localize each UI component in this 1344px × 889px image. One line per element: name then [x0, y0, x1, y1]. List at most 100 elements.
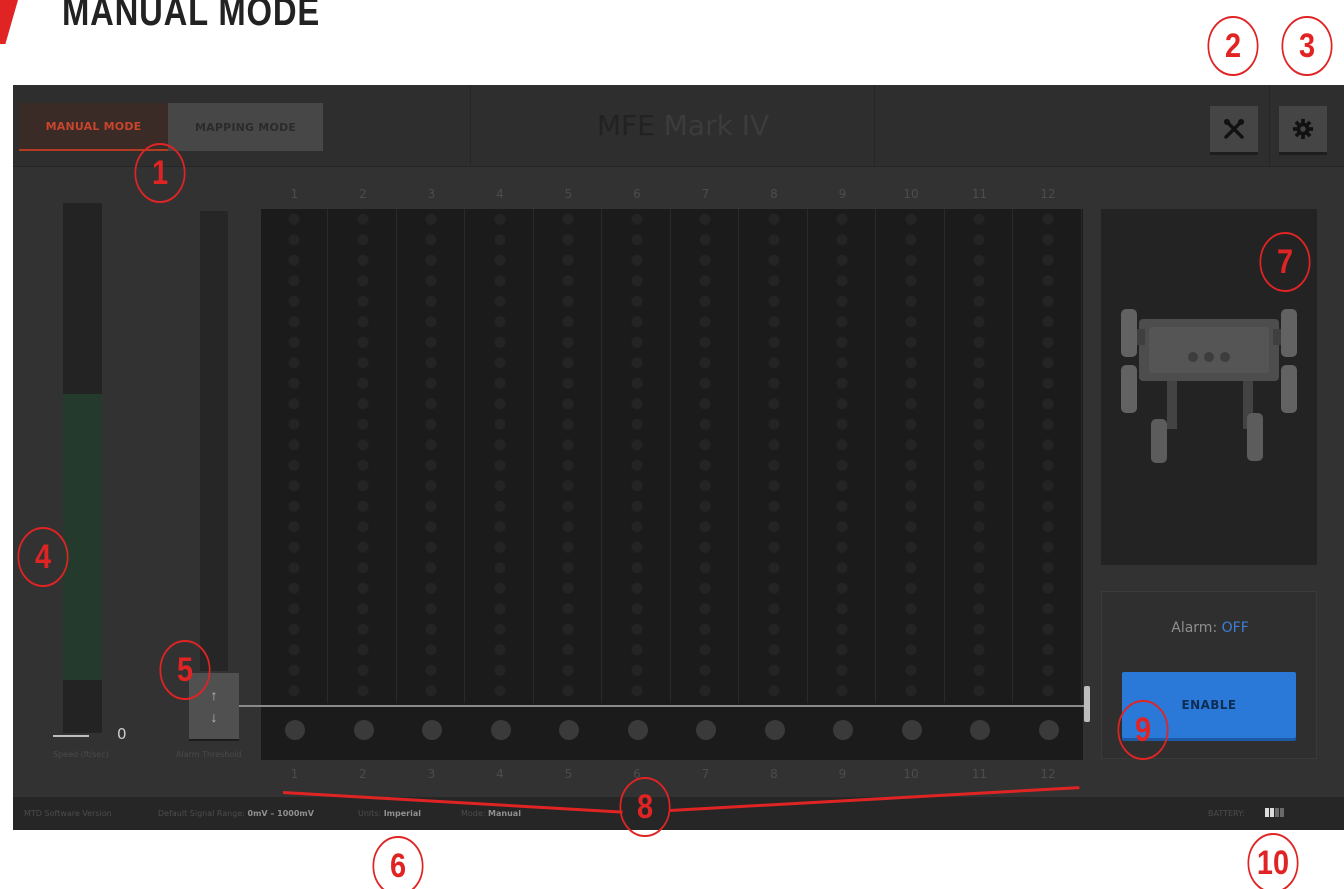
battery-label: BATTERY: [1208, 809, 1245, 818]
callout-2: 2 [1207, 16, 1259, 76]
grid-column [877, 209, 945, 703]
sensor-grid [261, 209, 1083, 760]
mode-value: Manual [488, 809, 521, 818]
callout-5: 5 [159, 640, 211, 700]
units-value: Imperial [383, 809, 421, 818]
column-number-bottom: 2 [359, 767, 367, 781]
column-indicator [627, 720, 648, 740]
callout-8: 8 [619, 777, 671, 837]
gear-icon [1292, 118, 1314, 140]
column-number-bottom: 10 [903, 767, 919, 781]
tools-button[interactable] [1210, 106, 1258, 152]
column-number-bottom: 12 [1040, 767, 1056, 781]
grid-column [398, 209, 465, 703]
column-number-bottom: 3 [427, 767, 436, 781]
battery-segment [1275, 808, 1279, 817]
battery-icon [1265, 808, 1291, 818]
software-version-label: MTD Software Version [24, 809, 112, 818]
column-number-top: 11 [971, 187, 988, 201]
grid-column [946, 209, 1013, 703]
column-indicator [285, 720, 305, 740]
arrow-up-icon: ↑ [210, 687, 218, 703]
speed-meter [63, 203, 102, 733]
alarm-value: OFF [1221, 620, 1249, 636]
column-number-top: 8 [770, 187, 778, 201]
column-number-top: 9 [838, 187, 847, 201]
tools-icon [1224, 119, 1244, 139]
topbar-divider [1269, 85, 1270, 167]
column-number-bottom: 11 [971, 767, 988, 781]
threshold-line [239, 705, 1089, 707]
column-number-top: 2 [359, 187, 367, 201]
threshold-track [200, 211, 228, 671]
speed-meter-fill [63, 393, 102, 680]
column-number-bottom: 9 [838, 767, 847, 781]
topbar-divider [470, 85, 471, 167]
column-number-top: 3 [427, 187, 436, 201]
column-indicator [559, 720, 579, 740]
callout-4: 4 [17, 527, 69, 587]
mapping-mode-button[interactable]: MAPPING MODE [168, 103, 323, 151]
app-title-main: MFE [596, 109, 655, 142]
grid-column [672, 209, 739, 703]
status-bar: MTD Software Version Default Signal Rang… [13, 797, 1344, 830]
manual-mode-button[interactable]: MANUAL MODE [19, 103, 168, 151]
callout-3: 3 [1281, 16, 1333, 76]
column-indicator [764, 720, 785, 740]
units: Units: Imperial [358, 809, 421, 818]
mode: Mode: Manual [461, 809, 521, 818]
speed-value: 0 [117, 725, 127, 743]
column-number-top: 6 [633, 187, 641, 201]
callout-10: 10 [1247, 833, 1299, 889]
grid-column [809, 209, 876, 703]
column-indicator [901, 720, 922, 740]
mode-label: Mode: [461, 809, 486, 818]
signal-range-label: Default Signal Range: [158, 809, 245, 818]
annotated-manual-page: MANUAL MODE MANUAL MODE MAPPING MODE MFE… [0, 0, 1344, 889]
threshold-line-end[interactable] [1084, 686, 1090, 722]
grid-column [535, 209, 602, 703]
speed-marker [53, 735, 89, 737]
grid-column [1014, 209, 1082, 703]
grid-column [261, 209, 328, 703]
threshold-label: Alarm Threshold [176, 750, 242, 759]
column-indicator [422, 720, 442, 740]
speed-label: Speed (ft/sec) [53, 750, 109, 759]
red-accent-slash [0, 0, 18, 44]
column-indicator [833, 720, 853, 740]
column-number-top: 10 [903, 187, 919, 201]
alarm-label: Alarm: [1171, 620, 1218, 636]
callout-6: 6 [372, 836, 424, 889]
column-number-top: 5 [564, 187, 573, 201]
top-bar: MANUAL MODE MAPPING MODE MFE Mark IV [13, 85, 1344, 167]
column-indicator [353, 720, 374, 740]
column-number-bottom: 4 [496, 767, 504, 781]
battery-segment [1270, 808, 1274, 817]
column-number-bottom: 7 [701, 767, 710, 781]
signal-range: Default Signal Range: 0mV – 1000mV [158, 809, 314, 818]
column-number-bottom: 8 [770, 767, 778, 781]
column-number-top: 12 [1040, 187, 1056, 201]
callout-1: 1 [134, 143, 186, 203]
battery-segment [1265, 808, 1269, 817]
battery-segment [1280, 808, 1284, 817]
arrow-down-icon: ↓ [210, 709, 218, 725]
grid-column [740, 209, 808, 703]
document-heading: MANUAL MODE [62, 0, 321, 34]
alarm-status: Alarm: OFF [1102, 620, 1318, 636]
signal-range-value: 0mV – 1000mV [247, 809, 314, 818]
grid-column [603, 209, 671, 703]
grid-column [329, 209, 397, 703]
settings-button[interactable] [1279, 106, 1327, 152]
column-number-bottom: 5 [564, 767, 573, 781]
units-label: Units: [358, 809, 382, 818]
column-number-top: 4 [496, 187, 504, 201]
column-indicator [1038, 720, 1059, 740]
column-indicator [970, 720, 990, 740]
column-number-top: 7 [701, 187, 710, 201]
column-indicator [490, 720, 511, 740]
callout-9: 9 [1117, 700, 1169, 760]
callout-7: 7 [1259, 232, 1311, 292]
grid-column [466, 209, 534, 703]
app-title: MFE Mark IV [483, 109, 883, 142]
